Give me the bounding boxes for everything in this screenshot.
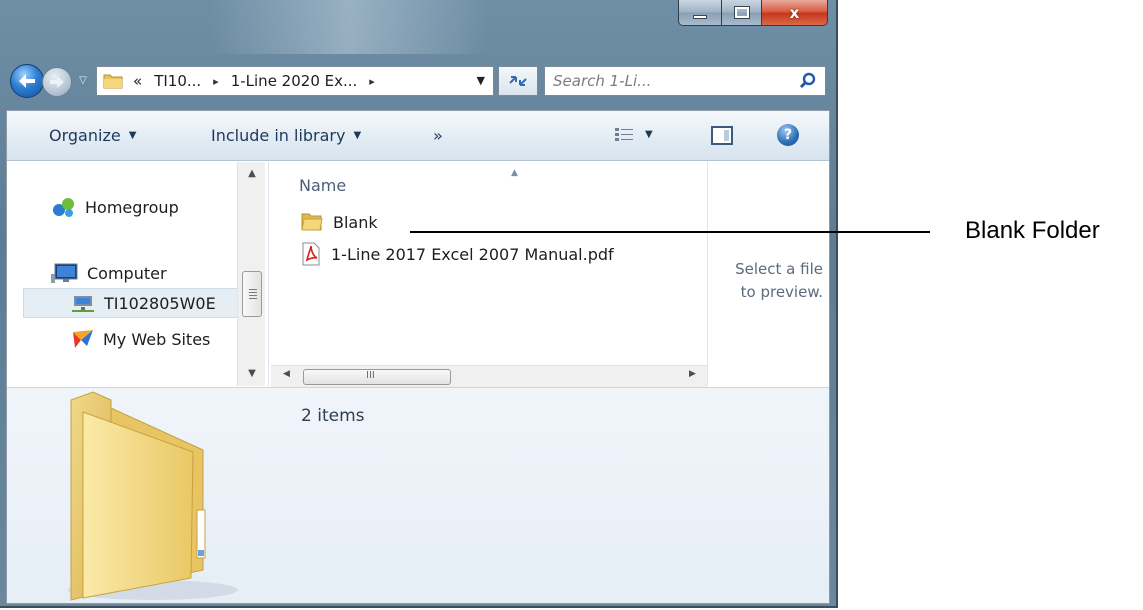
command-bar: Organize ▼ Include in library ▼ » ▼ ? bbox=[7, 111, 829, 161]
navigation-bar: ▽ « TI10... ▸ 1-Line 2020 Ex... ▸ ▼ Sear… bbox=[0, 58, 836, 104]
explorer-window: x ▽ « TI10... ▸ 1-Line 2020 Ex... ▸ ▼ Se… bbox=[0, 0, 838, 608]
preview-message-line: to preview. bbox=[740, 283, 823, 301]
more-commands-button[interactable]: » bbox=[433, 126, 443, 145]
title-bar[interactable]: x bbox=[0, 0, 836, 54]
scroll-up-icon[interactable]: ▲ bbox=[238, 162, 266, 186]
nav-item-label: Computer bbox=[87, 263, 167, 283]
refresh-icon bbox=[509, 76, 527, 86]
breadcrumb-separator[interactable]: ▸ bbox=[213, 75, 219, 88]
organize-label: Organize bbox=[49, 126, 121, 145]
column-header-name[interactable]: Name bbox=[299, 176, 346, 195]
recent-pages-dropdown[interactable]: ▽ bbox=[76, 74, 90, 88]
nav-item-computer[interactable]: Computer bbox=[51, 262, 167, 284]
nav-item-label: Homegroup bbox=[85, 197, 179, 217]
search-placeholder: Search 1-Li... bbox=[553, 72, 652, 90]
maximize-icon bbox=[733, 6, 750, 19]
file-list: ▲ Name Blank 1-Line 2017 Excel 2007 Manu… bbox=[271, 162, 707, 386]
callout-line bbox=[410, 231, 930, 233]
preview-message: Select a file to preview. bbox=[703, 258, 823, 304]
close-button[interactable]: x bbox=[762, 0, 828, 26]
web-sites-icon bbox=[73, 330, 93, 348]
address-dropdown-icon[interactable]: ▼ bbox=[477, 74, 485, 87]
computer-icon bbox=[51, 263, 78, 283]
back-arrow-icon bbox=[19, 74, 35, 88]
minimize-button[interactable] bbox=[678, 0, 722, 26]
preview-pane: Select a file to preview. bbox=[707, 162, 829, 386]
include-in-library-menu[interactable]: Include in library ▼ bbox=[211, 126, 361, 145]
list-item-pdf[interactable]: 1-Line 2017 Excel 2007 Manual.pdf bbox=[301, 242, 614, 266]
folder-icon bbox=[68, 391, 238, 601]
more-commands-label: » bbox=[433, 126, 443, 145]
scroll-right-icon[interactable]: ▶ bbox=[689, 369, 696, 379]
scrollbar-thumb[interactable] bbox=[242, 271, 262, 317]
scroll-down-icon[interactable]: ▼ bbox=[238, 362, 266, 386]
preview-message-line: Select a file bbox=[735, 260, 823, 278]
glass-highlight bbox=[210, 0, 490, 54]
explorer-content: Organize ▼ Include in library ▼ » ▼ ? Ho… bbox=[6, 110, 830, 604]
nav-item-homegroup[interactable]: Homegroup bbox=[51, 196, 179, 218]
forward-button[interactable] bbox=[42, 67, 72, 97]
refresh-button[interactable] bbox=[498, 66, 538, 96]
nav-item-my-web-sites[interactable]: My Web Sites bbox=[71, 328, 210, 350]
help-icon[interactable]: ? bbox=[777, 124, 799, 146]
views-dropdown-icon[interactable]: ▼ bbox=[645, 129, 653, 140]
scroll-left-icon[interactable]: ◀ bbox=[283, 369, 290, 379]
homegroup-icon bbox=[53, 198, 74, 217]
maximize-button[interactable] bbox=[722, 0, 762, 26]
nav-item-label: My Web Sites bbox=[103, 329, 211, 349]
sort-ascending-icon: ▲ bbox=[511, 168, 518, 178]
breadcrumb-item[interactable]: TI10... bbox=[154, 72, 201, 90]
breadcrumb: « TI10... ▸ 1-Line 2020 Ex... ▸ bbox=[133, 72, 375, 90]
grip-icon: III bbox=[366, 370, 375, 381]
file-name: 1-Line 2017 Excel 2007 Manual.pdf bbox=[331, 244, 614, 264]
navigation-pane: Homegroup Computer TI102805W0E My Web Si… bbox=[7, 162, 269, 386]
file-name: Blank bbox=[333, 212, 378, 232]
callout-label: Blank Folder bbox=[965, 217, 1100, 244]
back-button[interactable] bbox=[10, 64, 44, 98]
file-list-scrollbar[interactable]: ◀ III ▶ bbox=[271, 365, 707, 387]
item-count: 2 items bbox=[301, 406, 365, 426]
include-in-library-label: Include in library bbox=[211, 126, 346, 145]
breadcrumb-item[interactable]: 1-Line 2020 Ex... bbox=[231, 72, 358, 90]
grip-icon bbox=[249, 289, 257, 299]
pdf-icon bbox=[302, 242, 320, 266]
network-drive-icon bbox=[72, 296, 94, 312]
breadcrumb-separator[interactable]: ▸ bbox=[369, 75, 375, 88]
breadcrumb-overflow[interactable]: « bbox=[133, 72, 142, 90]
search-icon[interactable] bbox=[799, 72, 817, 90]
caption-buttons: x bbox=[678, 0, 828, 26]
address-bar[interactable]: « TI10... ▸ 1-Line 2020 Ex... ▸ ▼ bbox=[96, 66, 494, 96]
folder-icon bbox=[103, 73, 123, 89]
nav-item-ti102805w0e[interactable]: TI102805W0E bbox=[23, 288, 243, 318]
minimize-icon bbox=[693, 14, 707, 19]
forward-arrow-icon bbox=[50, 76, 64, 88]
scrollbar-thumb[interactable]: III bbox=[303, 369, 451, 385]
change-view-icon[interactable] bbox=[615, 127, 633, 143]
preview-pane-icon[interactable] bbox=[711, 126, 733, 145]
list-item-blank[interactable]: Blank bbox=[301, 212, 378, 232]
search-input[interactable]: Search 1-Li... bbox=[544, 66, 826, 96]
close-icon: x bbox=[789, 3, 800, 22]
nav-item-label: TI102805W0E bbox=[104, 293, 216, 313]
organize-menu[interactable]: Organize ▼ bbox=[49, 126, 136, 145]
chevron-down-icon: ▼ bbox=[128, 130, 137, 141]
folder-icon bbox=[301, 213, 323, 231]
details-pane: 2 items bbox=[7, 387, 829, 603]
chevron-down-icon: ▼ bbox=[353, 130, 362, 141]
navigation-scrollbar[interactable]: ▲ ▼ bbox=[237, 162, 265, 386]
